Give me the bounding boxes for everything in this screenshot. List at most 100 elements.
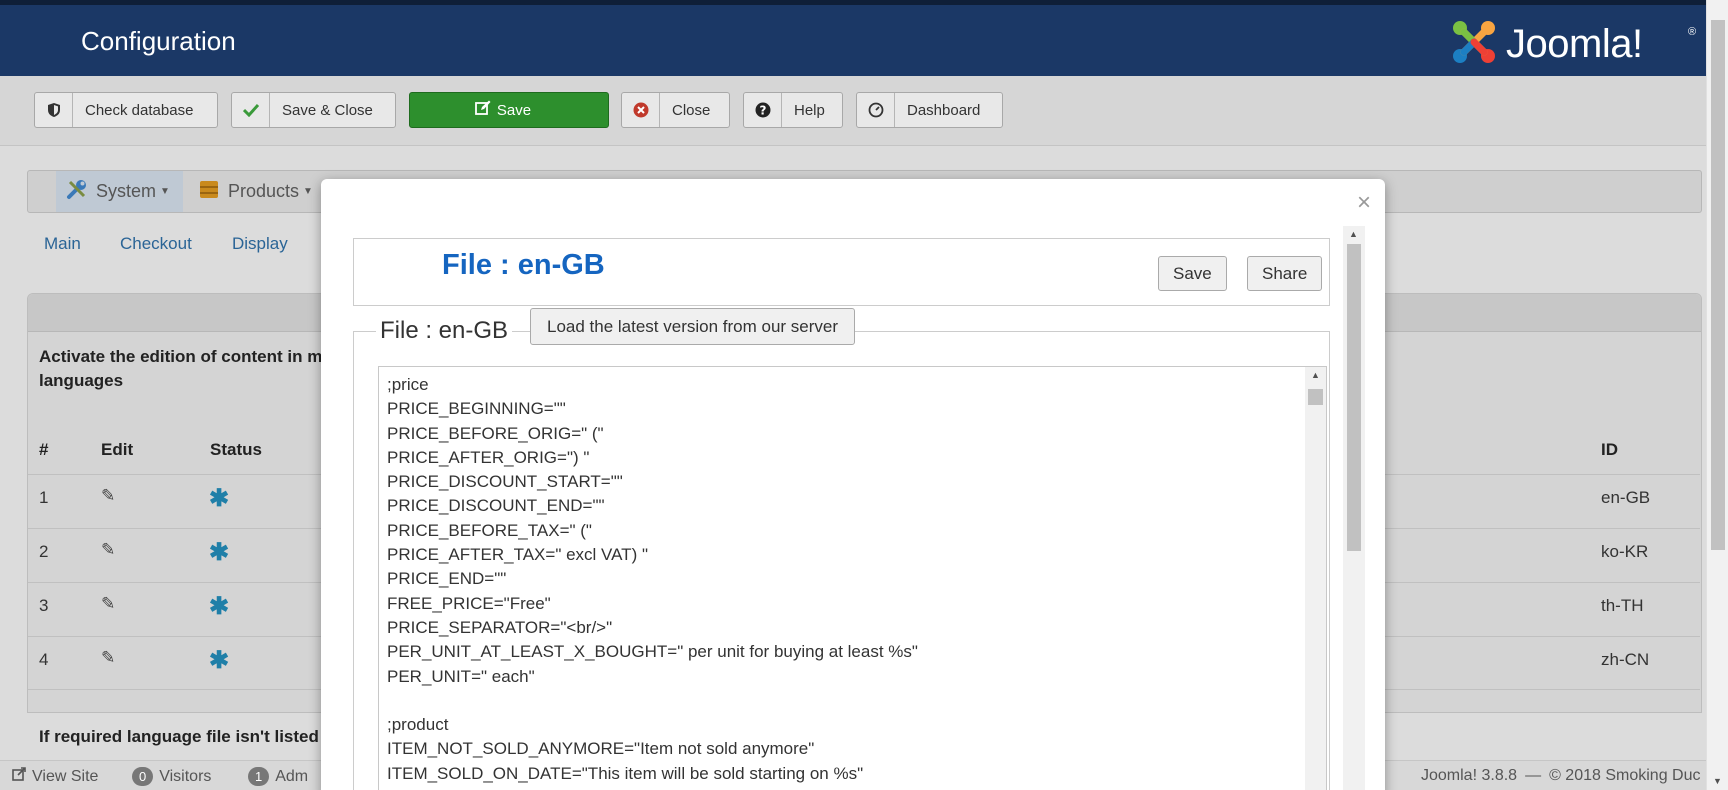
visitors-status: 0 Visitors <box>132 767 211 786</box>
editor-line[interactable]: FREE_PRICE="Free" <box>387 592 918 616</box>
row-number: 2 <box>39 542 49 561</box>
editor-line[interactable]: PRICE_DISCOUNT_END="" <box>387 494 918 518</box>
editor-line[interactable]: PRICE_AFTER_ORIG=") " <box>387 446 918 470</box>
column-number: # <box>39 440 49 459</box>
pencil-icon[interactable]: ✎ <box>101 540 115 560</box>
footer-separator: — <box>1525 767 1542 784</box>
scroll-up-arrow-icon[interactable]: ▲ <box>1311 370 1320 380</box>
page-scrollbar-thumb[interactable] <box>1711 20 1725 550</box>
editor-scrollbar[interactable]: ▲ ▼ <box>1305 367 1326 790</box>
chevron-down-icon: ▼ <box>160 186 170 197</box>
save-close-button[interactable]: Save & Close <box>231 92 396 128</box>
row-id: th-TH <box>1601 596 1644 615</box>
editor-line[interactable]: PRICE_BEGINNING="" <box>387 397 918 421</box>
file-header-box: File : en-GB Save Share <box>353 238 1330 306</box>
editor-line[interactable]: ;product <box>387 713 918 737</box>
view-site-link[interactable]: View Site <box>12 767 98 786</box>
admins-status: 1 Adm <box>248 767 308 786</box>
logo-registered: ® <box>1688 26 1697 38</box>
dashboard-icon <box>857 93 895 127</box>
dashboard-button[interactable]: Dashboard <box>856 92 1003 128</box>
menu-system-label: System <box>96 181 157 201</box>
box-icon <box>198 178 220 205</box>
file-fieldset: File : en-GB Load the latest version fro… <box>353 308 1330 790</box>
help-button[interactable]: ? Help <box>743 92 843 128</box>
editor-line[interactable]: PRICE_END="" <box>387 567 918 591</box>
row-number: 3 <box>39 596 49 615</box>
menu-system[interactable]: System ▼ <box>56 171 183 212</box>
language-file-editor[interactable]: ;price PRICE_BEGINNING="" PRICE_BEFORE_ORI… <box>378 366 1327 790</box>
tab-display[interactable]: Display <box>232 234 288 254</box>
scroll-up-arrow-icon[interactable]: ▲ <box>1349 229 1358 239</box>
modal-save-button[interactable]: Save <box>1158 256 1227 291</box>
close-label: Close <box>672 101 711 119</box>
editor-content[interactable]: ;price PRICE_BEGINNING="" PRICE_BEFORE_ORI… <box>387 373 918 786</box>
editor-line[interactable]: PRICE_BEFORE_ORIG=" (" <box>387 422 918 446</box>
page-scrollbar[interactable]: ▼ <box>1706 0 1728 790</box>
tab-main[interactable]: Main <box>44 234 81 254</box>
status-star-icon[interactable]: ✱ <box>209 646 229 675</box>
activate-text-line2: languages <box>39 371 124 390</box>
share-button[interactable]: Share <box>1247 256 1323 291</box>
admins-count-badge: 1 <box>248 767 270 786</box>
visitors-count-badge: 0 <box>132 767 154 786</box>
check-database-label: Check database <box>85 101 194 119</box>
save-button[interactable]: Save <box>409 92 609 128</box>
visitors-label: Visitors <box>159 767 212 785</box>
admin-header: Configuration Joomla! ® <box>0 0 1706 76</box>
editor-line[interactable] <box>387 689 918 713</box>
column-status: Status <box>210 440 262 459</box>
copyright-text: © 2018 Smoking Duc <box>1549 767 1701 784</box>
footer-version: Joomla! 3.8.8 — © 2018 Smoking Duc <box>1421 767 1700 785</box>
editor-line[interactable]: PRICE_BEFORE_TAX=" (" <box>387 519 918 543</box>
pencil-icon[interactable]: ✎ <box>101 486 115 506</box>
toolbar: Check database Save & Close Save Close ?… <box>0 76 1706 146</box>
external-link-icon <box>12 767 26 786</box>
editor-line[interactable]: PRICE_SEPARATOR="<br/>" <box>387 616 918 640</box>
joomla-logo[interactable]: Joomla! ® <box>1448 16 1698 68</box>
editor-line[interactable]: PER_UNIT=" each" <box>387 665 918 689</box>
row-number: 4 <box>39 650 49 669</box>
required-language-text: If required language file isn't listed <box>39 727 319 746</box>
modal-scrollbar[interactable]: ▲ <box>1343 226 1365 790</box>
logo-text: Joomla! <box>1506 22 1643 66</box>
file-title: File : en-GB <box>442 249 605 281</box>
editor-line[interactable]: PRICE_AFTER_TAX=" excl VAT) " <box>387 543 918 567</box>
load-latest-button[interactable]: Load the latest version from our server <box>530 308 856 345</box>
save-label: Save <box>496 101 532 119</box>
pencil-icon[interactable]: ✎ <box>101 594 115 614</box>
joomla-logo-icon <box>1453 21 1495 63</box>
editor-scrollbar-thumb[interactable] <box>1308 389 1323 405</box>
check-icon <box>232 93 270 127</box>
modal-close-button[interactable]: × <box>1357 189 1371 217</box>
editor-line[interactable]: ITEM_NOT_SOLD_ANYMORE="Item not sold any… <box>387 737 918 761</box>
dashboard-label: Dashboard <box>907 101 981 119</box>
close-button[interactable]: Close <box>621 92 730 128</box>
fieldset-legend: File : en-GB <box>376 317 513 345</box>
close-circle-icon <box>622 93 660 127</box>
pencil-icon[interactable]: ✎ <box>101 648 115 668</box>
editor-line[interactable]: PRICE_DISCOUNT_START="" <box>387 470 918 494</box>
check-database-button[interactable]: Check database <box>34 92 218 128</box>
tab-checkout[interactable]: Checkout <box>120 234 192 254</box>
row-id: ko-KR <box>1601 542 1649 561</box>
wrench-icon <box>66 178 88 205</box>
row-id: zh-CN <box>1601 650 1650 669</box>
editor-line[interactable]: ;price <box>387 373 918 397</box>
scroll-down-arrow-icon[interactable]: ▼ <box>1713 776 1722 786</box>
status-star-icon[interactable]: ✱ <box>209 538 229 567</box>
editor-line[interactable]: ITEM_SOLD_ON_DATE="This item will be sol… <box>387 762 918 786</box>
edit-icon <box>474 100 491 120</box>
save-close-label: Save & Close <box>282 101 373 119</box>
page-title: Configuration <box>81 26 236 56</box>
status-star-icon[interactable]: ✱ <box>209 484 229 513</box>
activate-text-line1: Activate the edition of content in m <box>39 347 323 366</box>
menu-products-label: Products <box>228 181 300 201</box>
chevron-down-icon: ▼ <box>303 186 313 197</box>
editor-line[interactable]: PER_UNIT_AT_LEAST_X_BOUGHT=" per unit fo… <box>387 640 918 664</box>
menu-products[interactable]: Products ▼ <box>198 171 313 212</box>
modal-scrollbar-thumb[interactable] <box>1347 244 1361 551</box>
status-star-icon[interactable]: ✱ <box>209 592 229 621</box>
admins-label: Adm <box>275 767 309 785</box>
language-file-modal: × File : en-GB Save Share File : en-GB L… <box>321 179 1385 790</box>
